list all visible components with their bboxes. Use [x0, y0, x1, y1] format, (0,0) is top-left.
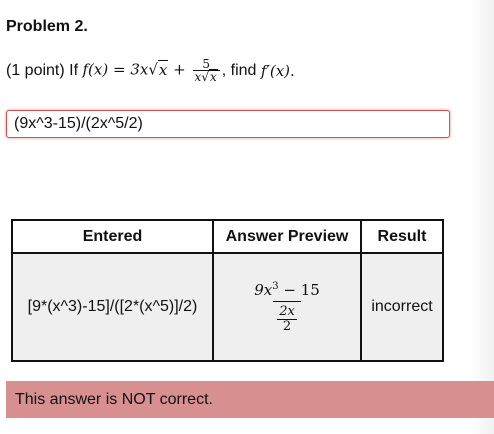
radicand: x: [157, 59, 169, 79]
feedback-message: This answer is NOT correct.: [6, 381, 494, 418]
problem-title: Problem 2.: [6, 18, 88, 35]
coefficient-term: 3x: [130, 60, 149, 79]
find-text: , find: [221, 61, 257, 79]
results-table: Entered Answer Preview Result [9*(x^3)-1…: [11, 219, 444, 362]
answer-input[interactable]: (9x^3-15)/(2x^5/2): [6, 110, 450, 138]
header-entered: Entered: [11, 219, 214, 254]
answer-preview-math: 9x3 − 15 2x 2: [250, 281, 324, 333]
fraction-denominator: x√x: [192, 69, 220, 84]
problem-statement: (1 point) If f(x) = 3x√x + 5 x√x , find …: [6, 58, 295, 84]
preview-numerator: 9x3 − 15: [250, 281, 324, 301]
function-name: f(x): [82, 60, 109, 79]
result-cell: incorrect: [360, 252, 444, 362]
equals-sign: =: [112, 60, 126, 79]
preview-den-denominator: 2: [282, 319, 292, 334]
preview-denominator: 2x 2: [273, 301, 301, 333]
header-result: Result: [360, 219, 444, 254]
denominator-radicand: x: [208, 69, 218, 84]
table-header-row: Entered Answer Preview Result: [11, 219, 444, 254]
preview-num-base: 9x: [254, 281, 273, 299]
entered-cell: [9*(x^3)-15]/([2*(x^5)]/2): [11, 252, 214, 362]
preview-num-rest: − 15: [278, 281, 320, 299]
preview-cell: 9x3 − 15 2x 2: [212, 252, 362, 362]
table-row: [9*(x^3)-15]/([2*(x^5)]/2) 9x3 − 15 2x 2…: [11, 252, 444, 362]
header-answer-preview: Answer Preview: [212, 219, 362, 254]
fraction-term: 5 x√x: [192, 58, 220, 84]
preview-den-numerator: 2x: [277, 304, 297, 320]
plus-sign: +: [173, 60, 186, 79]
period: .: [290, 61, 295, 80]
math-expression: f(x) = 3x√x + 5 x√x: [82, 58, 221, 84]
denominator-x: x: [194, 70, 202, 84]
points-label: (1 point) If: [6, 61, 79, 79]
derivative-expression: f′(x): [260, 61, 291, 80]
